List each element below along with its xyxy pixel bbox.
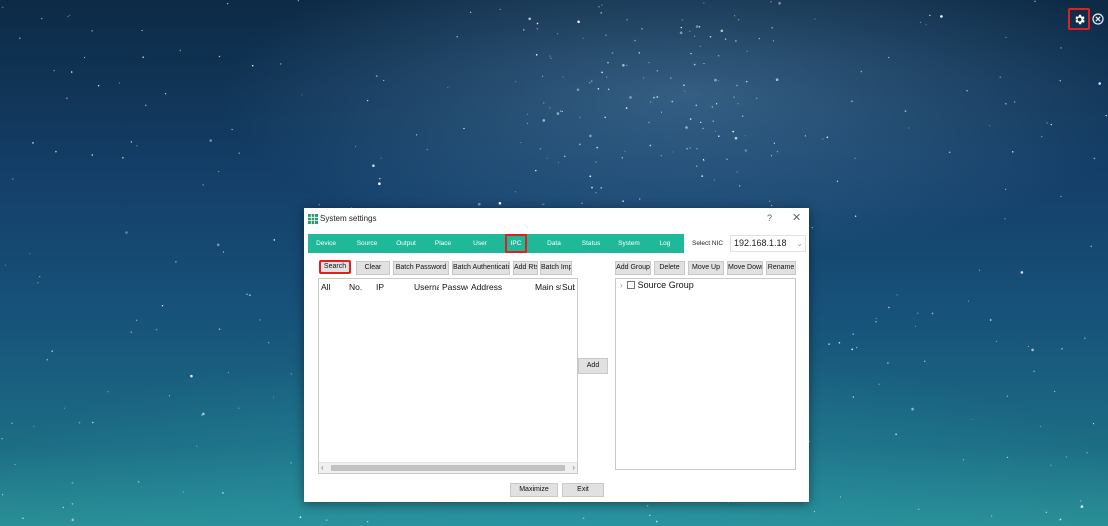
horizontal-scrollbar[interactable]: ‹ › (319, 462, 577, 473)
nic-select[interactable]: 192.168.1.18 ⌄ (730, 235, 806, 252)
select-nic-label: Select NIC (692, 240, 724, 247)
tab-source[interactable]: Source (355, 234, 379, 253)
delete-button[interactable]: Delete (654, 261, 685, 275)
tab-output[interactable]: Output (393, 234, 419, 253)
tab-device[interactable]: Device (314, 234, 338, 253)
scrollbar-thumb[interactable] (331, 465, 565, 471)
tree-item-source-group[interactable]: › Source Group (620, 280, 694, 290)
add-rtsp-address-button[interactable]: Add Rtsp Address (513, 261, 538, 275)
grid-app-icon (308, 214, 318, 224)
batch-password-button[interactable]: Batch Password (393, 261, 449, 275)
tab-bar: Device Source Output Place User IPC Data… (308, 234, 684, 253)
settings-gear-button[interactable] (1068, 8, 1090, 30)
scroll-right-icon[interactable]: › (572, 463, 575, 473)
chevron-right-icon[interactable]: › (620, 281, 623, 290)
tab-status[interactable]: Status (578, 234, 604, 253)
add-group-button[interactable]: Add Group (615, 261, 651, 275)
move-down-button[interactable]: Move Down (727, 261, 763, 275)
tab-user[interactable]: User (469, 234, 491, 253)
batch-import-button[interactable]: Batch Import (540, 261, 572, 275)
column-header-no[interactable]: No. (349, 282, 365, 292)
batch-authentication-button[interactable]: Batch Authentication (452, 261, 510, 275)
column-header-password[interactable]: Password (442, 282, 468, 292)
gear-icon (1074, 14, 1085, 24)
column-header-all[interactable]: All (321, 282, 335, 292)
column-header-main-stream[interactable]: Main stream (535, 282, 561, 292)
exit-button[interactable]: Exit (562, 483, 604, 497)
search-button[interactable]: Search (319, 260, 351, 274)
nic-select-value: 192.168.1.18 (734, 238, 787, 248)
tab-ipc[interactable]: IPC (505, 234, 527, 253)
ipc-device-list[interactable]: All No. IP Username Password Address Mai… (318, 278, 578, 474)
desktop-close-button[interactable] (1090, 8, 1106, 30)
tab-place[interactable]: Place (432, 234, 454, 253)
close-circle-icon (1092, 13, 1104, 25)
tab-data[interactable]: Data (543, 234, 565, 253)
dialog-title: System settings (320, 214, 377, 223)
tree-checkbox[interactable] (626, 281, 635, 289)
maximize-button[interactable]: Maximize (510, 483, 558, 497)
add-button[interactable]: Add (578, 358, 608, 374)
scroll-left-icon[interactable]: ‹ (321, 463, 324, 473)
column-header-username[interactable]: Username (414, 282, 439, 292)
column-header-sub-stream[interactable]: Sub stream (562, 282, 575, 292)
chevron-down-icon: ⌄ (796, 239, 803, 248)
help-button[interactable]: ? (767, 213, 772, 223)
clear-button[interactable]: Clear (356, 261, 390, 275)
tab-system[interactable]: System (615, 234, 643, 253)
dialog-titlebar: System settings ? ✕ (304, 208, 809, 230)
dialog-close-button[interactable]: ✕ (792, 211, 801, 224)
tree-item-label: Source Group (637, 280, 694, 290)
column-header-address[interactable]: Address (471, 282, 509, 292)
move-up-button[interactable]: Move Up (688, 261, 724, 275)
source-group-tree[interactable]: › Source Group (615, 278, 796, 470)
column-header-ip[interactable]: IP (376, 282, 388, 292)
rename-button[interactable]: Rename (766, 261, 796, 275)
tab-log[interactable]: Log (655, 234, 675, 253)
system-settings-dialog: System settings ? ✕ Device Source Output… (304, 208, 809, 502)
